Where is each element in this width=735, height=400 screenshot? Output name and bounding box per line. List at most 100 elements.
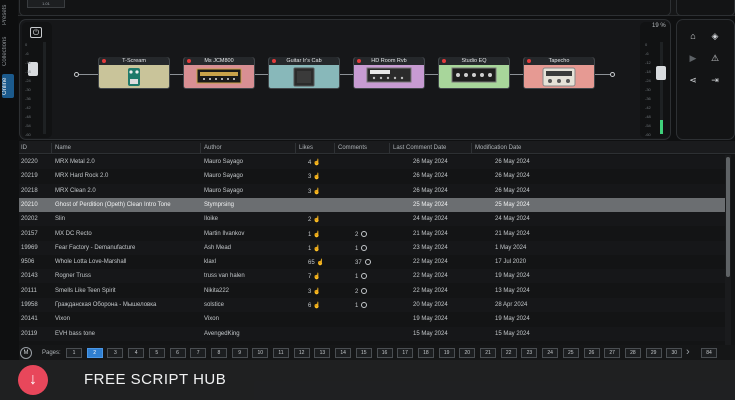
pedal-led[interactable] — [527, 59, 531, 63]
page-button[interactable]: 20 — [459, 348, 476, 358]
comment-icon[interactable] — [364, 259, 371, 266]
page-button[interactable]: 18 — [417, 348, 434, 358]
thumbs-up-icon[interactable]: ☝ — [313, 188, 320, 195]
thumbs-up-icon[interactable]: ☝ — [313, 173, 320, 180]
pedal-led[interactable] — [187, 59, 191, 63]
page-button[interactable]: 26 — [583, 348, 600, 358]
page-button[interactable]: 5 — [148, 348, 165, 358]
cell-name: Гражданская Оборона - Мышеловка — [55, 302, 157, 308]
next-page-icon[interactable]: › — [686, 346, 690, 358]
thumbs-up-icon[interactable]: ☝ — [313, 273, 320, 280]
column-comments[interactable]: Comments — [338, 145, 367, 151]
comment-icon[interactable] — [361, 302, 368, 308]
table-row[interactable]: 19958 Гражданская Оборона - Мышеловка sols… — [19, 298, 725, 312]
table-row[interactable]: 20111 Smells Like Teen Spirit Nikita222 22 … — [19, 284, 725, 298]
likes-count: 7 — [308, 274, 312, 281]
table-row[interactable]: 20119 EVH bass tone AvengedKing 15 May 2024… — [19, 326, 725, 341]
page-button[interactable]: 13 — [314, 348, 331, 358]
page-button[interactable]: 6 — [169, 348, 186, 358]
table-row[interactable]: 20218 MRX Clean 2.0 Mauro Sayago 26 May 202… — [19, 183, 725, 198]
page-button[interactable]: 27 — [604, 348, 621, 358]
page-button[interactable]: 22 — [500, 348, 517, 358]
tab-presets[interactable]: Presets — [2, 0, 14, 30]
column-likes[interactable]: Likes — [299, 145, 313, 151]
tab-online[interactable]: Online — [2, 74, 14, 98]
page-button[interactable]: 11 — [273, 348, 289, 358]
page-button[interactable]: 10 — [252, 348, 269, 358]
output-fader[interactable] — [656, 66, 666, 80]
page-button[interactable]: 23 — [521, 348, 538, 358]
table-row[interactable]: 19969 Fear Factory - Demanufacture Ash Mea… — [19, 240, 725, 255]
page-button[interactable]: 16 — [376, 348, 393, 358]
page-button[interactable]: 24 — [542, 348, 559, 358]
pedal-tapecho[interactable]: Tapecho — [523, 57, 595, 89]
page-button[interactable]: 1 — [66, 348, 82, 358]
table-row[interactable]: 20219 MRX Hard Rock 2.0 Mauro Sayago 26 May… — [19, 169, 725, 183]
meter-tick-label: -36 — [645, 96, 651, 101]
thumbs-up-icon[interactable]: ☝ — [317, 259, 324, 266]
page-button[interactable]: 8 — [210, 348, 227, 358]
thumbs-up-icon[interactable]: ☝ — [313, 216, 320, 223]
warning-icon[interactable]: ⚠ — [709, 52, 721, 64]
cell-id: 20210 — [21, 201, 38, 208]
page-button[interactable]: 4 — [128, 348, 145, 358]
cell-name: Smells Like Teen Spirit — [55, 287, 116, 294]
table-row[interactable]: 20157 MX DC Recto Martin Ilvankov 21 May 20… — [19, 227, 725, 241]
page-button[interactable]: 28 — [624, 348, 641, 358]
column-author[interactable]: Author — [204, 145, 222, 151]
page-button[interactable]: 14 — [335, 348, 352, 358]
table-row[interactable]: 20210 Ghost of Perdition (Opeth) Clean In… — [19, 197, 725, 212]
page-button[interactable]: 21 — [480, 348, 496, 358]
pedal-led[interactable] — [102, 59, 106, 63]
share-icon[interactable]: ⋖ — [687, 74, 699, 86]
power-icon[interactable]: ⏻ — [30, 27, 42, 38]
thumbs-up-icon[interactable]: ☝ — [313, 231, 320, 238]
page-button[interactable]: 19 — [438, 348, 455, 358]
tab-collections[interactable]: Collections — [2, 32, 14, 70]
thumbs-up-icon[interactable]: ☝ — [313, 302, 320, 309]
cell-modification-date: 26 May 2024 — [495, 187, 530, 194]
thumbs-up-icon[interactable]: ☝ — [313, 245, 320, 252]
page-button[interactable]: 17 — [397, 348, 414, 358]
table-row[interactable]: 20202 Slin Iloike 24 May 2024 24 May 2024 2 ☝ — [19, 212, 725, 227]
table-row[interactable]: 20143 Rogner Truss truss van halen 22 May 2… — [19, 269, 725, 284]
tag-icon[interactable]: ◈ — [709, 30, 721, 42]
column-name[interactable]: Name — [55, 145, 71, 151]
page-button-last[interactable]: 84 — [701, 348, 717, 358]
page-button[interactable]: 30 — [666, 348, 683, 358]
page-button[interactable]: 9 — [231, 348, 248, 358]
download-icon[interactable]: ↓ — [18, 365, 48, 395]
comment-icon[interactable] — [361, 244, 368, 251]
comment-icon[interactable] — [361, 230, 368, 237]
table-row[interactable]: 20220 MRX Metal 2.0 Mauro Sayago 26 May 202… — [19, 155, 725, 169]
page-button[interactable]: 3 — [107, 348, 124, 358]
home-icon[interactable]: ⌂ — [687, 30, 699, 42]
table-row[interactable]: 20141 Vixon Vixon 19 May 2024 19 May 2024 — [19, 312, 725, 326]
thumbs-up-icon[interactable]: ☝ — [313, 159, 320, 166]
pedal-t-scream[interactable]: T-Scream — [98, 57, 170, 89]
comment-icon[interactable] — [361, 273, 368, 280]
youtube-icon[interactable]: ▶ — [687, 52, 699, 64]
scrollbar-thumb[interactable] — [726, 157, 730, 277]
page-button[interactable]: 2 — [86, 348, 103, 358]
thumbs-up-icon[interactable]: ☝ — [313, 288, 320, 295]
pedal-led[interactable] — [272, 59, 276, 63]
page-button[interactable]: 7 — [190, 348, 207, 358]
page-button[interactable]: 25 — [562, 348, 579, 358]
page-button[interactable]: 15 — [355, 348, 372, 358]
pedal-ms-jcm800[interactable]: Ms JCM800 — [183, 57, 255, 89]
page-button[interactable]: 29 — [645, 348, 662, 358]
comment-icon[interactable] — [361, 287, 368, 294]
pedal-guitar-irs-cab[interactable]: Guitar Ir's Cab — [268, 57, 340, 89]
pedal-studio-eq[interactable]: Studio EQ — [438, 57, 510, 89]
page-button[interactable]: 12 — [293, 348, 310, 358]
column-id[interactable]: ID — [21, 145, 27, 151]
import-icon[interactable]: ⇥ — [709, 74, 721, 86]
column-last-comment-date[interactable]: Last Comment Date — [393, 145, 446, 151]
table-scrollbar[interactable] — [725, 155, 731, 345]
pedal-hd-room-rvb[interactable]: HD Room Rvb — [353, 57, 425, 89]
table-row[interactable]: 9506 Whole Lotta Love-Marshall klaxl 22 May… — [19, 255, 725, 269]
pedal-led[interactable] — [357, 59, 361, 63]
column-modification-date[interactable]: Modification Date — [475, 145, 521, 151]
pedal-led[interactable] — [442, 59, 446, 63]
